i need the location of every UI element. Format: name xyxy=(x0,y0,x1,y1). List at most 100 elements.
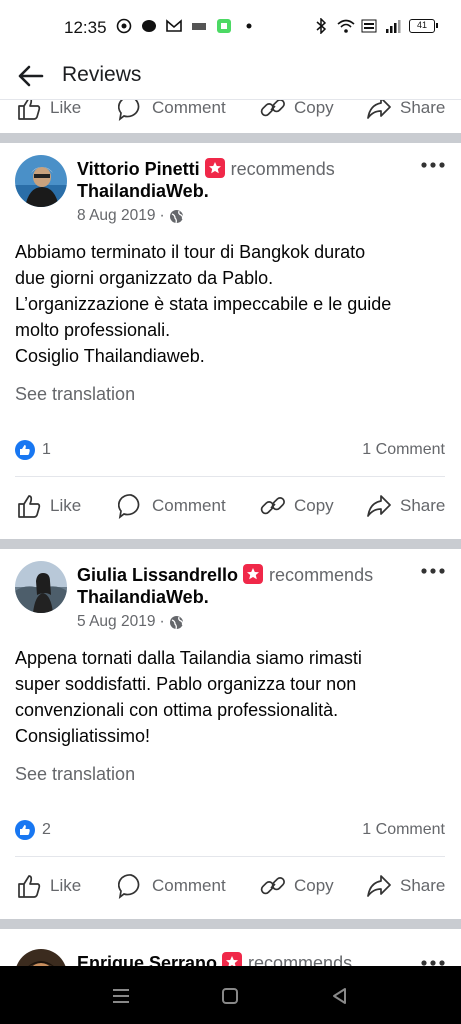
battery-icon: 41 xyxy=(409,19,438,33)
post-text: Abbiamo terminato il tour di Bangkok dur… xyxy=(15,239,445,369)
home-button[interactable] xyxy=(219,985,241,1007)
status-time: 12:35 xyxy=(64,18,107,37)
back-button[interactable] xyxy=(14,60,46,92)
comment-bubble-icon xyxy=(118,874,140,899)
reaction-summary[interactable]: 1 xyxy=(15,440,51,460)
separator xyxy=(15,856,445,857)
more-options-button[interactable] xyxy=(419,955,447,966)
page-line: ThailandiaWeb. xyxy=(77,587,209,608)
recommend-icon xyxy=(204,158,225,178)
comment-button[interactable]: Comment xyxy=(118,484,226,528)
page-line: ThailandiaWeb. xyxy=(77,181,209,202)
post-text-line: L’organizzazione è stata impeccabile e l… xyxy=(15,294,392,314)
recent-apps-button[interactable] xyxy=(110,985,132,1007)
app-header: Reviews xyxy=(0,52,461,100)
line-app-icon xyxy=(141,18,157,34)
bluetooth-icon xyxy=(313,17,329,35)
menu-lines-icon xyxy=(113,989,129,1003)
dot-icon xyxy=(241,18,257,34)
share-button[interactable]: Share xyxy=(366,100,445,130)
like-button[interactable]: Like xyxy=(16,100,81,130)
comment-bubble-icon xyxy=(118,494,140,519)
date-separator: · xyxy=(159,613,165,630)
post-divider xyxy=(0,539,461,549)
share-arrow-icon xyxy=(367,875,391,897)
copy-button[interactable]: Copy xyxy=(260,864,334,908)
more-options-button[interactable] xyxy=(419,563,447,575)
avatar[interactable] xyxy=(15,561,67,613)
system-navigation-bar xyxy=(0,966,461,1024)
see-translation-link[interactable]: See translation xyxy=(15,384,135,405)
comment-button[interactable]: Comment xyxy=(118,100,226,130)
back-triangle-icon xyxy=(333,988,346,1004)
post-text-line: Appena tornati dalla Tailandia siamo rim… xyxy=(15,648,362,668)
globe-icon xyxy=(169,615,183,629)
system-status-icons: 41 xyxy=(313,17,438,35)
globe-icon xyxy=(169,209,183,223)
reaction-summary[interactable]: 2 xyxy=(15,820,51,840)
like-label: Like xyxy=(50,496,82,515)
green-app-icon xyxy=(216,18,232,34)
page-name-period: . xyxy=(203,587,209,607)
post-date[interactable]: 8 Aug 2019 · xyxy=(77,207,184,225)
thumbs-up-icon xyxy=(18,495,41,518)
page-name[interactable]: ThailandiaWeb xyxy=(77,181,204,201)
author-line: Enrique Serrano recommends xyxy=(77,951,352,966)
more-dots-icon xyxy=(421,162,445,168)
link-icon xyxy=(260,100,285,117)
copy-label: Copy xyxy=(294,876,334,895)
copy-button[interactable]: Copy xyxy=(260,100,334,130)
share-button[interactable]: Share xyxy=(366,484,445,528)
page-name[interactable]: ThailandiaWeb xyxy=(77,587,204,607)
see-translation-link[interactable]: See translation xyxy=(15,764,135,785)
share-label: Share xyxy=(400,496,446,515)
post-date[interactable]: 5 Aug 2019 · xyxy=(77,613,184,631)
recommends-text: recommends xyxy=(230,159,335,179)
link-icon xyxy=(260,877,285,895)
home-square-icon xyxy=(222,988,238,1004)
like-button[interactable]: Like xyxy=(16,484,81,528)
post-text-line: Abbiamo terminato il tour di Bangkok dur… xyxy=(15,242,366,262)
back-arrow-icon xyxy=(18,65,44,87)
like-button[interactable]: Like xyxy=(16,864,81,908)
app-notification-icon xyxy=(116,18,132,34)
post-text-line: convenzionali con ottima professionalità… xyxy=(15,700,339,720)
comment-label: Comment xyxy=(152,496,226,515)
more-dots-icon xyxy=(421,568,445,574)
comment-count[interactable]: 1 Comment xyxy=(362,441,445,459)
avatar[interactable] xyxy=(15,949,67,966)
author-name[interactable]: Enrique Serrano xyxy=(77,953,217,966)
page-name-period: . xyxy=(203,181,209,201)
author-line: Vittorio Pinetti recommends xyxy=(77,157,335,181)
author-name[interactable]: Giulia Lissandrello xyxy=(77,565,238,585)
author-line: Giulia Lissandrello recommends xyxy=(77,563,373,587)
post-divider xyxy=(0,133,461,143)
back-nav-button[interactable] xyxy=(329,985,351,1007)
recommends-text: recommends xyxy=(248,953,353,966)
post-divider xyxy=(0,919,461,929)
copy-label: Copy xyxy=(294,496,334,515)
like-reaction-icon xyxy=(15,440,35,460)
status-bar: 12:35 41 xyxy=(0,0,461,52)
previous-post-action-bar: Like Comment Copy Share xyxy=(0,100,461,121)
thumbs-up-icon xyxy=(18,875,41,898)
like-label: Like xyxy=(50,100,82,117)
avatar[interactable] xyxy=(15,155,67,207)
like-count: 1 xyxy=(42,441,51,458)
comment-count[interactable]: 1 Comment xyxy=(362,821,445,839)
comment-button[interactable]: Comment xyxy=(118,864,226,908)
recommend-icon xyxy=(222,952,243,966)
wifi-icon xyxy=(337,18,355,34)
share-arrow-icon xyxy=(367,495,391,517)
copy-button[interactable]: Copy xyxy=(260,484,334,528)
page-title: Reviews xyxy=(62,63,142,86)
app-notification-icon xyxy=(191,18,207,34)
more-options-button[interactable] xyxy=(419,157,447,169)
reviews-feed[interactable]: Like Comment Copy Share Vittorio Pinetti… xyxy=(0,100,461,966)
share-button[interactable]: Share xyxy=(366,864,445,908)
share-label: Share xyxy=(400,100,446,117)
like-label: Like xyxy=(50,876,82,895)
author-name[interactable]: Vittorio Pinetti xyxy=(77,159,200,179)
more-dots-icon xyxy=(421,960,445,966)
gmail-icon xyxy=(166,18,182,34)
